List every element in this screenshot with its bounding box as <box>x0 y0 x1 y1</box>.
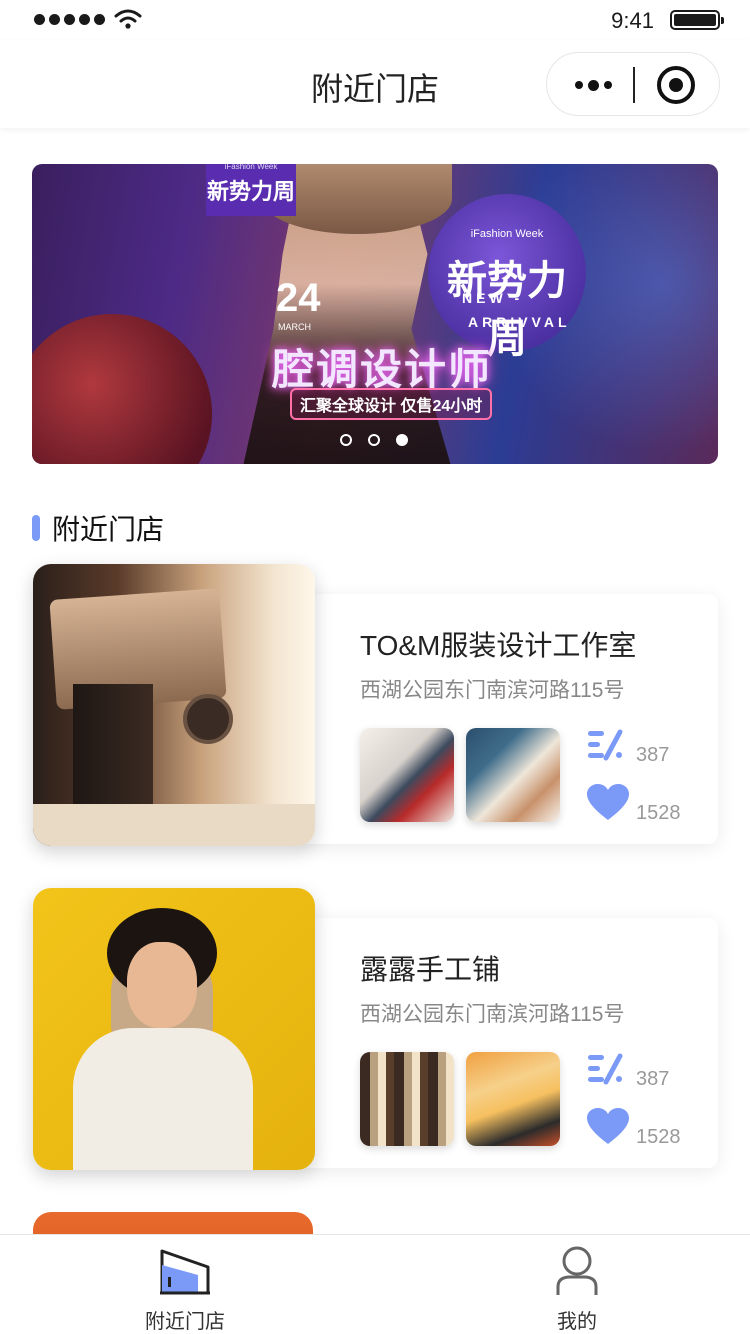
mini-program-capsule <box>546 52 720 116</box>
banner-logo-text: 新势力周 <box>206 179 295 204</box>
capsule-divider <box>633 67 635 103</box>
shop-photo[interactable] <box>33 564 315 846</box>
banner-logo-small: iFashion Week <box>224 164 278 171</box>
banner-tag: 汇聚全球设计 仅售24小时 <box>290 388 493 420</box>
shop-name: TO&M服装设计工作室 <box>360 630 637 661</box>
likes-count: 1528 <box>636 1126 681 1148</box>
banner-new-line: NEW - <box>462 290 524 306</box>
nav-bar: 附近门店 <box>0 40 750 128</box>
tab-me[interactable]: 我的 <box>497 1245 657 1334</box>
pagination-dot-active[interactable] <box>396 434 408 446</box>
likes-count: 1528 <box>636 802 681 824</box>
shop-photo[interactable] <box>33 888 315 1170</box>
tab-bar: 附近门店 我的 <box>0 1234 750 1334</box>
battery-icon <box>670 10 724 30</box>
banner-circle-sub: iFashion Week <box>470 228 544 240</box>
shop-address: 西湖公园东门南滨河路115号 <box>360 1003 625 1026</box>
banner-month: MARCH <box>278 322 311 332</box>
user-icon <box>556 1246 598 1295</box>
section-accent-bar <box>32 515 40 541</box>
banner-planet <box>32 314 212 464</box>
tab-label: 附近门店 <box>145 1311 225 1333</box>
wifi-icon <box>114 9 142 29</box>
status-time: 9:41 <box>611 8 654 33</box>
tab-nearby-stores[interactable]: 附近门店 <box>105 1245 265 1334</box>
visits-count: 387 <box>636 1068 670 1090</box>
shop-name: 露露手工铺 <box>360 954 501 985</box>
shop-card[interactable]: 露露手工铺 西湖公园东门南滨河路115号 387 1528 <box>300 918 718 1168</box>
shop-thumbnail[interactable] <box>360 1052 454 1146</box>
promo-banner[interactable]: iFashion Week 新势力周 iFashion Week 新势力周 NE… <box>32 164 718 464</box>
banner-new-arrival: NEW - ARRIVVAL <box>462 286 602 334</box>
status-bar: 9:41 <box>0 0 750 40</box>
more-icon[interactable] <box>565 65 621 105</box>
pagination-dot[interactable] <box>368 434 380 446</box>
section-title: 附近门店 <box>52 514 165 545</box>
visits-icon <box>588 1053 623 1085</box>
heart-icon[interactable] <box>586 784 630 822</box>
pagination-dot[interactable] <box>340 434 352 446</box>
banner-logo: iFashion Week 新势力周 <box>206 164 296 216</box>
store-icon <box>160 1249 210 1295</box>
signal-icon <box>34 14 105 25</box>
banner-arrival-line: ARRIVVAL <box>468 314 571 330</box>
shop-thumbnail[interactable] <box>466 728 560 822</box>
heart-icon[interactable] <box>586 1108 630 1146</box>
tab-label: 我的 <box>557 1311 597 1333</box>
visits-count: 387 <box>636 744 670 766</box>
close-mini-program-icon[interactable] <box>657 66 695 104</box>
shop-card[interactable]: TO&M服装设计工作室 西湖公园东门南滨河路115号 387 1528 <box>300 594 718 844</box>
banner-date: 24 <box>276 276 321 320</box>
app-page: 9:41 附近门店 iFashion Week 新势力周 iFashion We… <box>0 0 750 1334</box>
visits-icon <box>588 729 623 761</box>
shop-thumbnail[interactable] <box>466 1052 560 1146</box>
section-header: 附近门店 <box>32 510 164 546</box>
shop-thumbnail[interactable] <box>360 728 454 822</box>
banner-pagination <box>340 434 408 446</box>
shop-address: 西湖公园东门南滨河路115号 <box>360 679 625 702</box>
